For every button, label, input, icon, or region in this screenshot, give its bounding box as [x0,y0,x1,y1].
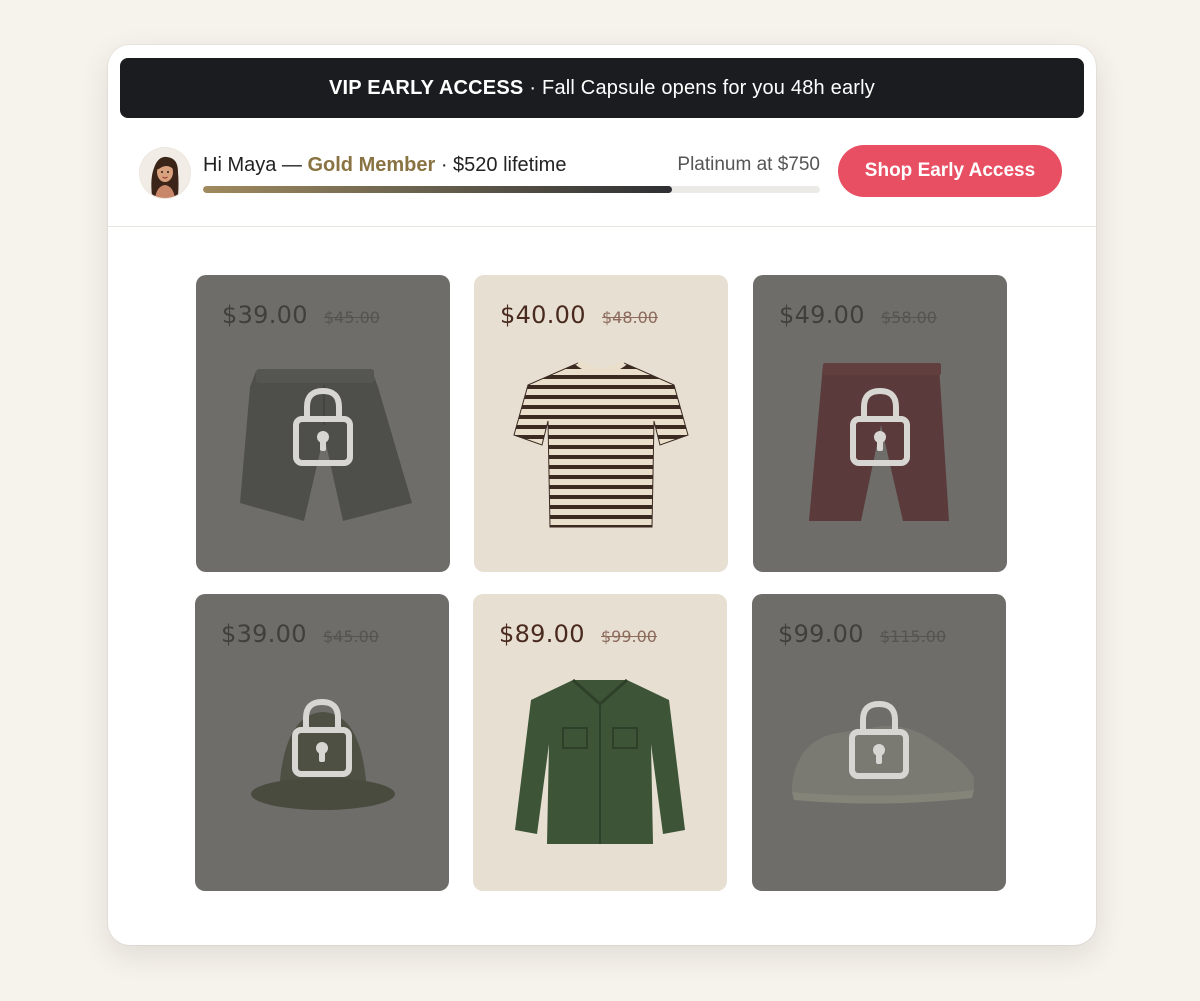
original-price: $45.00 [323,627,379,646]
product-tile[interactable]: $39.00 $45.00 [195,594,449,891]
product-tile[interactable]: $40.00 $48.00 [474,275,728,572]
original-price: $48.00 [602,308,658,327]
tier-progress-fill [203,186,672,193]
original-price: $115.00 [880,627,947,646]
next-tier-label: Platinum at $750 [677,154,820,175]
banner-title: VIP EARLY ACCESS [329,76,524,99]
sale-price: $99.00 [778,620,864,648]
product-tile[interactable]: $39.00 $45.00 [196,275,450,572]
greeting-text: Hi Maya — [203,154,302,176]
lock-icon [850,387,910,466]
original-price: $58.00 [881,308,937,327]
member-greeting: Hi Maya — Gold Member · $520 lifetime [203,154,566,177]
lifetime-spend: · $520 lifetime [440,154,567,176]
banner-subtitle: · Fall Capsule opens for you 48h early [529,76,875,99]
sale-price: $39.00 [222,301,308,329]
sale-price: $49.00 [779,301,865,329]
original-price: $99.00 [601,627,657,646]
shop-early-access-button[interactable]: Shop Early Access [838,145,1062,197]
tier-progress-bar [203,186,820,193]
avatar[interactable] [140,148,190,198]
product-tile[interactable]: $89.00 $99.00 [473,594,727,891]
tier-label: Gold Member [307,154,436,176]
product-tile[interactable]: $49.00 $58.00 [753,275,1007,572]
vip-card: VIP EARLY ACCESS · Fall Capsule opens fo… [108,45,1096,945]
sale-price: $89.00 [499,620,585,648]
product-tile[interactable]: $99.00 $115.00 [752,594,1006,891]
lock-icon [293,387,353,466]
lock-icon [849,700,909,779]
sale-price: $39.00 [221,620,307,648]
sale-price: $40.00 [500,301,586,329]
member-status-row: Hi Maya — Gold Member · $520 lifetime Pl… [108,118,1096,227]
lock-icon [292,698,352,777]
original-price: $45.00 [324,308,380,327]
vip-banner: VIP EARLY ACCESS · Fall Capsule opens fo… [120,58,1084,118]
